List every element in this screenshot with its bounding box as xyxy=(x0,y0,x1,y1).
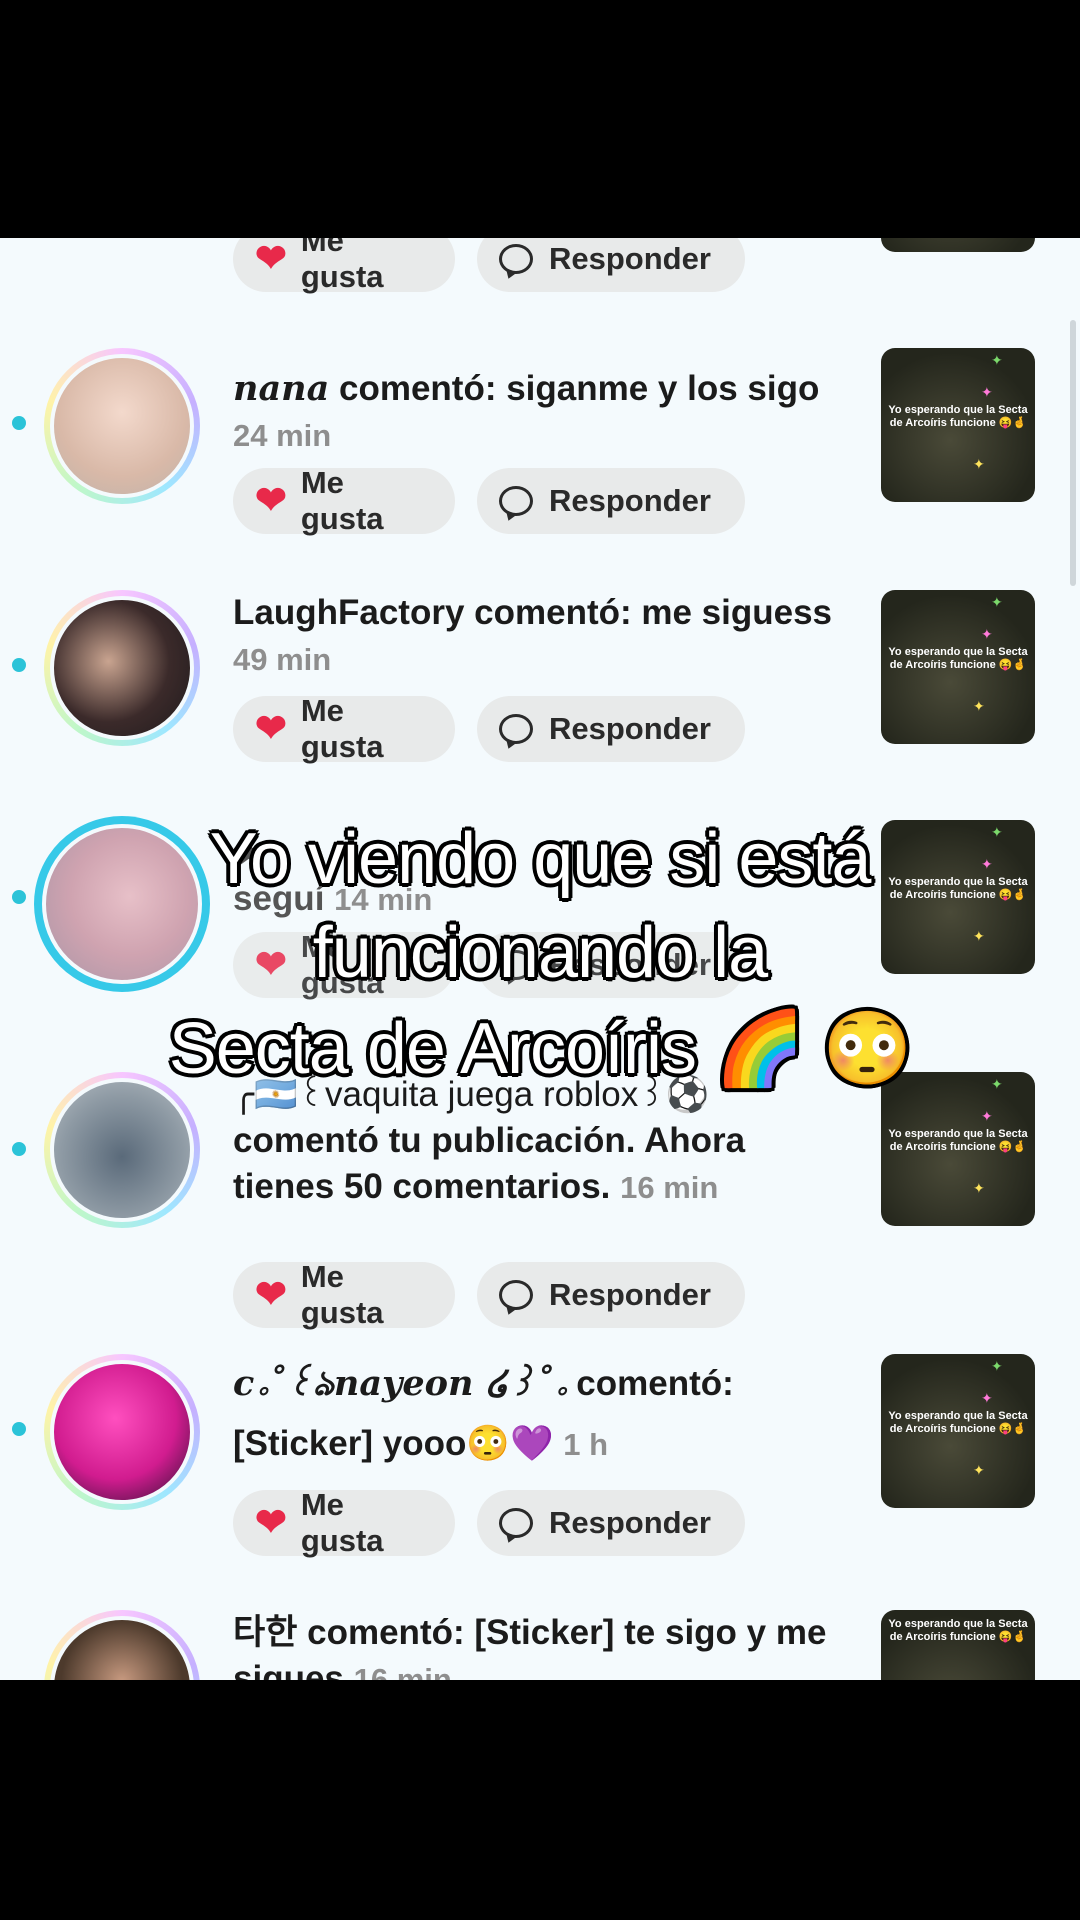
post-thumbnail[interactable]: Yo esperando que la Secta de Arcoíris fu… xyxy=(881,348,1035,502)
reply-label: Responder xyxy=(549,241,711,276)
username: 𝒄｡˚꒰ঌ𝒏𝒂𝒚𝒆𝒐𝒏 ໒꒱˚｡ xyxy=(233,1363,567,1404)
username: 타한 xyxy=(233,1613,298,1652)
post-thumbnail[interactable]: Yo esperando que la Secta de Arcoíris fu… xyxy=(881,1354,1035,1508)
like-label: Me gusta xyxy=(300,1487,384,1558)
thumbnail-caption: Yo esperando que la Secta de Arcoíris fu… xyxy=(888,1618,1028,1643)
like-button[interactable]: ❤ Me gusta xyxy=(233,1259,455,1330)
scrollbar[interactable] xyxy=(1070,320,1076,586)
overlay-caption-line1: Yo viendo que si está xyxy=(209,819,872,899)
like-button[interactable]: ❤ Me gusta xyxy=(233,693,455,764)
speech-bubble-icon xyxy=(499,244,533,274)
reply-button[interactable]: Responder xyxy=(477,238,745,292)
post-thumbnail[interactable]: Yo esperando que la Secta de Arcoíris fu… xyxy=(881,590,1035,744)
star-icon: ✦ xyxy=(973,456,985,472)
star-icon: ✦ xyxy=(973,1462,985,1478)
unread-dot xyxy=(12,416,26,430)
avatar[interactable] xyxy=(44,590,200,746)
thumbnail-caption: Yo esperando que la Secta de Arcoíris fu… xyxy=(888,404,1028,429)
comment-text: comentó: siganme y los sigo xyxy=(329,369,820,408)
overlay-caption-line2: funcionando la xyxy=(312,913,768,993)
notification-text[interactable]: ╭🇦🇷꒰vaquita juega roblox꒱⚽ comentó tu pu… xyxy=(233,1072,833,1211)
timestamp: 49 min xyxy=(233,642,332,677)
post-thumbnail[interactable] xyxy=(881,238,1035,252)
reply-button[interactable]: Responder xyxy=(477,468,745,534)
like-label: Me gusta xyxy=(300,693,384,764)
username: 𝒏𝒂𝒏𝒂 xyxy=(233,368,330,409)
thumbnail-caption: Yo esperando que la Secta de Arcoíris fu… xyxy=(888,1410,1028,1435)
reply-label: Responder xyxy=(549,483,711,518)
star-icon: ✦ xyxy=(981,1108,993,1124)
post-thumbnail[interactable]: Yo esperando que la Secta de Arcoíris fu… xyxy=(881,1072,1035,1226)
speech-bubble-icon xyxy=(499,1280,533,1310)
like-label: Me gusta xyxy=(300,238,384,294)
reply-button[interactable]: Responder xyxy=(477,696,745,762)
thumbnail-caption: Yo esperando que la Secta de Arcoíris fu… xyxy=(888,1128,1028,1153)
timestamp: 1 h xyxy=(563,1427,609,1462)
star-icon: ✦ xyxy=(981,626,993,642)
speech-bubble-icon xyxy=(499,1508,533,1538)
like-button[interactable]: ❤ Me gusta xyxy=(233,465,455,536)
comment-text: comentó: me siguess xyxy=(464,593,833,632)
timestamp: 16 min xyxy=(620,1170,719,1205)
reply-label: Responder xyxy=(549,711,711,746)
like-label: Me gusta xyxy=(300,465,384,536)
star-icon: ✦ xyxy=(981,384,993,400)
notification-text[interactable]: 타한 comentó: [Sticker] te sigo y me sigue… xyxy=(233,1610,833,1680)
unread-dot xyxy=(12,658,26,672)
post-thumbnail[interactable]: Yo esperando que la Secta de Arcoíris fu… xyxy=(881,1610,1035,1680)
avatar[interactable] xyxy=(44,348,200,504)
avatar[interactable] xyxy=(44,1072,200,1228)
star-icon: ✦ xyxy=(981,1390,993,1406)
avatar[interactable] xyxy=(44,1610,200,1680)
heart-icon: ❤ xyxy=(255,480,287,522)
like-label: Me gusta xyxy=(300,1259,384,1330)
overlay-caption-line3: Secta de Arcoíris 🌈 😳 xyxy=(168,1009,913,1089)
comment-text: comentó: [Sticker] te sigo y me sigues xyxy=(233,1613,827,1680)
reply-label: Responder xyxy=(549,1505,711,1540)
unread-dot xyxy=(12,1422,26,1436)
unread-dot xyxy=(12,1142,26,1156)
like-button[interactable]: ❤ Me gusta xyxy=(233,1487,455,1558)
reply-button[interactable]: Responder xyxy=(477,1490,745,1556)
notification-text[interactable]: 𝒄｡˚꒰ঌ𝒏𝒂𝒚𝒆𝒐𝒏 ໒꒱˚｡ comentó: [Sticker] yooo… xyxy=(233,1354,833,1475)
star-icon: ✦ xyxy=(973,698,985,714)
star-icon: ✦ xyxy=(991,594,1003,610)
timestamp: 16 min xyxy=(353,1662,452,1680)
notification-text[interactable]: LaughFactory comentó: me siguess 49 min xyxy=(233,590,833,683)
star-icon: ✦ xyxy=(991,352,1003,368)
heart-icon: ❤ xyxy=(255,708,287,750)
notification-text[interactable]: 𝒏𝒂𝒏𝒂 comentó: siganme y los sigo 24 min xyxy=(233,366,833,459)
speech-bubble-icon xyxy=(499,486,533,516)
heart-icon: ❤ xyxy=(255,238,287,280)
star-icon: ✦ xyxy=(973,1180,985,1196)
star-icon: ✦ xyxy=(991,1358,1003,1374)
reply-button[interactable]: Responder xyxy=(477,1262,745,1328)
avatar[interactable] xyxy=(44,1354,200,1510)
username: LaughFactory xyxy=(233,593,465,632)
like-button[interactable]: ❤ Me gusta xyxy=(233,238,455,294)
thumbnail-caption: Yo esperando que la Secta de Arcoíris fu… xyxy=(888,646,1028,671)
timestamp: 24 min xyxy=(233,418,332,453)
heart-icon: ❤ xyxy=(255,1502,287,1544)
heart-icon: ❤ xyxy=(255,1274,287,1316)
speech-bubble-icon xyxy=(499,714,533,744)
reply-label: Responder xyxy=(549,1277,711,1312)
